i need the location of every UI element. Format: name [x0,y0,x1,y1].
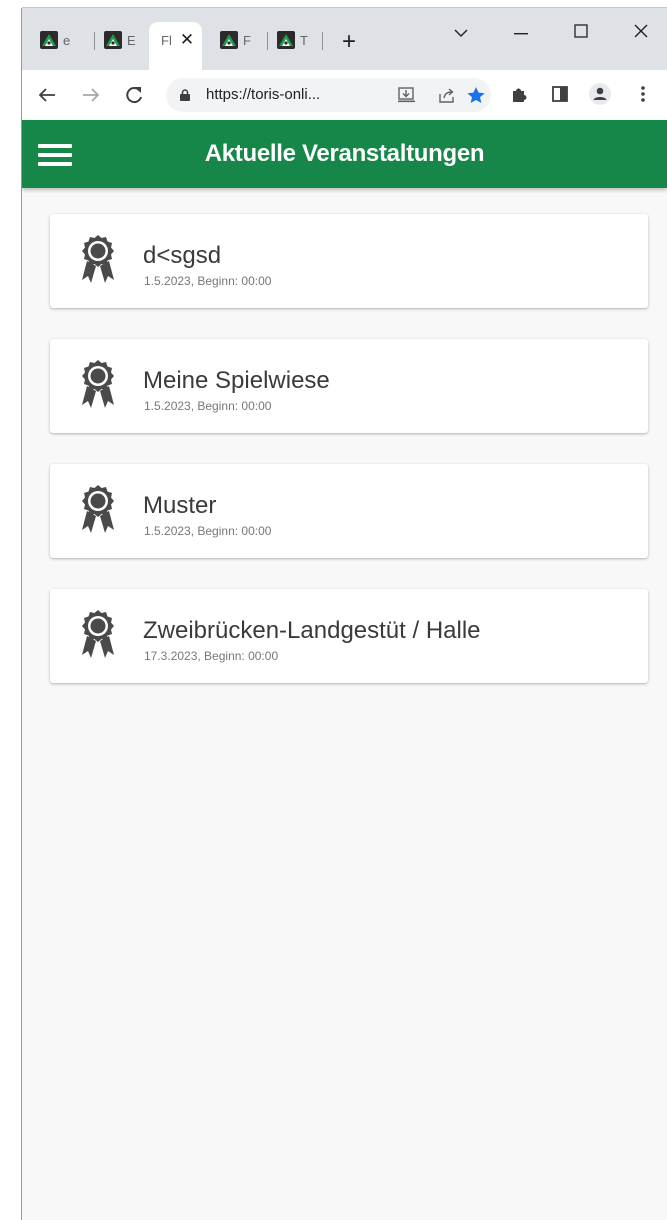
side-panel-icon[interactable] [552,86,568,102]
award-icon [80,484,116,536]
tab-separator [267,32,268,50]
address-bar[interactable]: https://toris-onli... [166,78,491,112]
url-text: https://toris-onli... [206,86,321,103]
event-card[interactable]: Meine Spielwiese 1.5.2023, Beginn: 00:00 [50,339,648,433]
new-tab-plus-icon[interactable]: + [342,30,356,54]
toris-favicon-icon [40,31,58,49]
tab-separator [322,32,323,50]
close-tab-icon[interactable]: ✕ [180,30,194,50]
reload-icon[interactable] [124,85,144,105]
close-window-icon[interactable] [634,24,648,38]
event-date: 1.5.2023, Beginn: 00:00 [144,399,272,413]
award-icon [80,609,116,661]
browser-tab[interactable]: e [40,24,70,56]
maximize-icon[interactable] [574,24,588,38]
more-menu-icon[interactable] [640,85,646,103]
browser-tab[interactable]: T [277,24,308,56]
app-header: Aktuelle Veranstaltungen [22,120,667,188]
event-name: Meine Spielwiese [143,367,330,394]
tab-label: e [63,32,71,48]
tab-label: Fl [161,32,172,48]
back-arrow-icon[interactable] [38,87,56,103]
toris-favicon-icon [104,31,122,49]
tab-strip: e E Fl ✕ F T + [22,8,667,70]
tab-separator [94,32,95,50]
toris-favicon-icon [277,31,295,49]
tab-label: F [243,32,251,48]
page-title: Aktuelle Veranstaltungen [204,140,485,167]
browser-tab[interactable]: F [220,24,251,56]
minimize-icon[interactable] [514,32,528,36]
event-date: 1.5.2023, Beginn: 00:00 [144,524,272,538]
event-name: Muster [143,492,217,519]
browser-toolbar: https://toris-onli... [22,70,667,120]
toris-favicon-icon [220,31,238,49]
event-card[interactable]: Zweibrücken-Landgestüt / Halle 17.3.2023… [50,589,648,683]
event-card[interactable]: Muster 1.5.2023, Beginn: 00:00 [50,464,648,558]
award-icon [80,359,116,411]
browser-tab-active[interactable]: Fl ✕ [149,22,203,70]
lock-icon [180,89,190,101]
install-app-icon[interactable] [398,87,416,103]
event-date: 1.5.2023, Beginn: 00:00 [144,274,272,288]
tab-search-chevron-icon[interactable] [454,28,468,38]
forward-arrow-icon[interactable] [82,87,100,103]
event-name: d<sgsd [143,242,222,269]
event-name: Zweibrücken-Landgestüt / Halle [143,617,481,644]
bookmark-star-icon[interactable] [466,86,486,104]
profile-avatar-icon[interactable] [588,82,612,106]
event-date: 17.3.2023, Beginn: 00:00 [144,649,279,663]
tab-label: E [127,32,136,48]
share-icon[interactable] [438,87,456,103]
browser-window: e E Fl ✕ F T + https://toris-onli... Akt… [22,8,667,1220]
award-icon [80,234,116,286]
event-card[interactable]: d<sgsd 1.5.2023, Beginn: 00:00 [50,214,648,308]
extensions-puzzle-icon[interactable] [510,85,528,103]
browser-tab[interactable]: E [104,24,136,56]
tab-label: T [300,32,308,48]
event-list: d<sgsd 1.5.2023, Beginn: 00:00 Meine Spi… [50,214,648,714]
